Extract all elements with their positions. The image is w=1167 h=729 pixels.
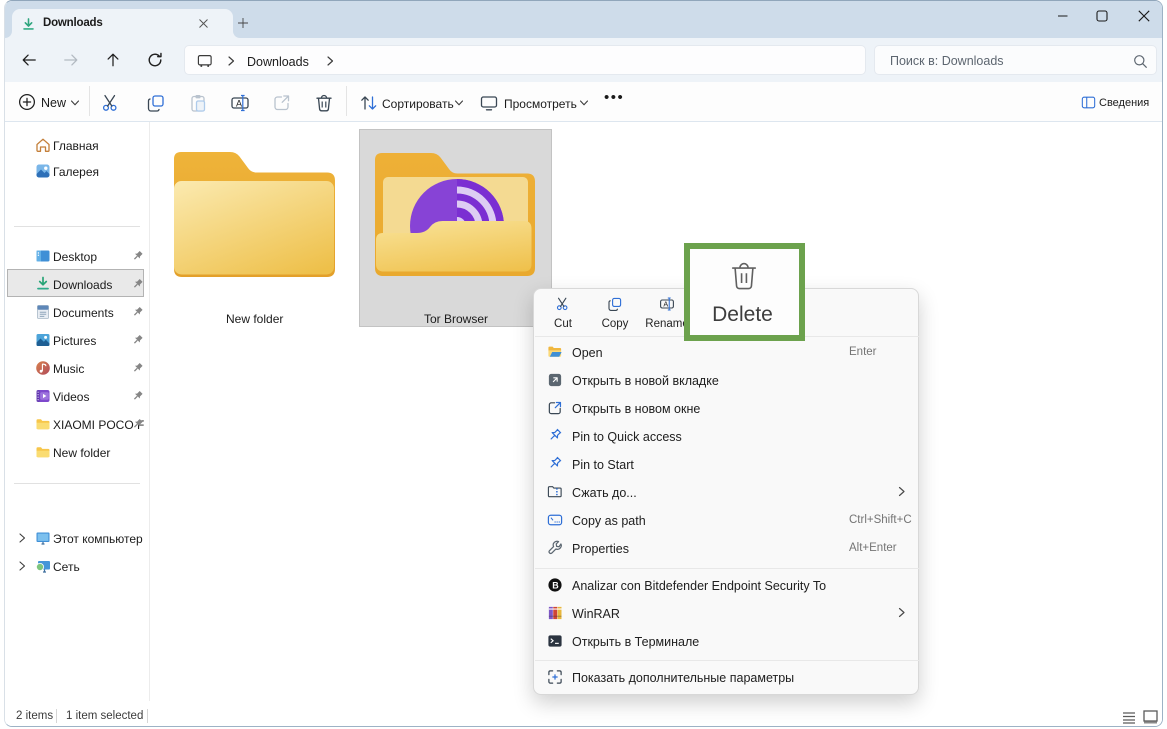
svg-text:A: A xyxy=(236,98,242,108)
svg-text:B: B xyxy=(552,580,559,590)
svg-text:A: A xyxy=(663,300,668,309)
